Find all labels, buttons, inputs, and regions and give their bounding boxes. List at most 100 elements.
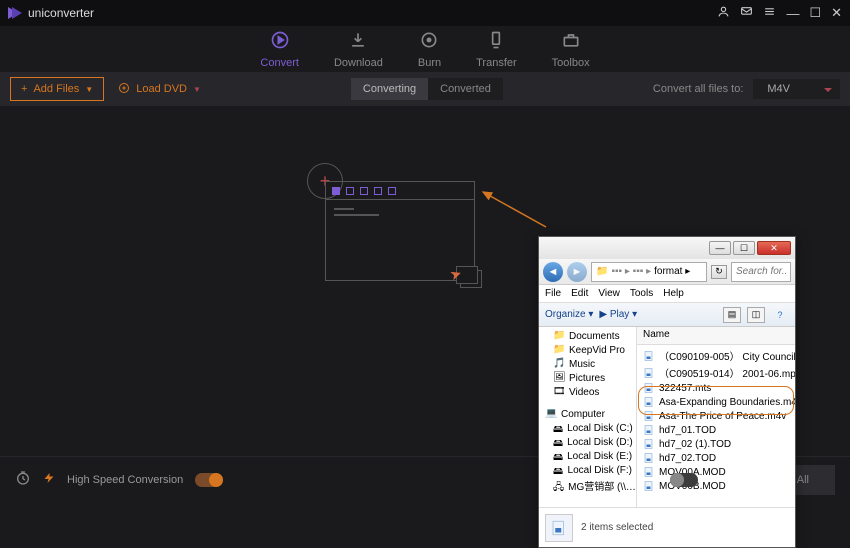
- app-logo: uniconverter: [8, 6, 94, 20]
- dialog-close-button[interactable]: ✕: [757, 241, 791, 255]
- file-name: hd7_02.TOD: [659, 453, 716, 464]
- dialog-maximize-button[interactable]: ☐: [733, 241, 755, 255]
- file-icon: [643, 452, 655, 464]
- nav-forward-button[interactable]: ►: [567, 262, 587, 282]
- tree-item[interactable]: 🖴Local Disk (F:): [539, 463, 636, 477]
- dialog-toolbar: Organize ▾ ▶ Play ▾ ▤ ◫ ?: [539, 303, 795, 327]
- preview-pane-button[interactable]: ◫: [747, 307, 765, 323]
- file-name: Asa-The Price of Peace.m4v: [659, 411, 786, 422]
- tree-item[interactable]: 🖴Local Disk (C:): [539, 421, 636, 435]
- menu-edit[interactable]: Edit: [571, 288, 588, 299]
- videos-icon: 🎞: [553, 386, 565, 398]
- disk-icon: 🖴: [553, 464, 564, 476]
- chevron-down-icon: ▼: [193, 85, 201, 94]
- load-dvd-button[interactable]: Load DVD ▼: [118, 82, 201, 97]
- status-segment: Converting Converted: [351, 78, 503, 100]
- tree-item[interactable]: 💻Computer: [539, 407, 636, 421]
- seg-converted[interactable]: Converted: [428, 78, 503, 100]
- music-icon: 🎵: [553, 358, 565, 370]
- tree-item[interactable]: 🖧 MG营销部 (\\…: [539, 477, 636, 494]
- dialog-minimize-button[interactable]: —: [709, 241, 731, 255]
- file-item[interactable]: Asa-The Price of Peace.m4v: [637, 409, 795, 423]
- user-icon[interactable]: [717, 5, 730, 21]
- nav-back-button[interactable]: ◄: [543, 262, 563, 282]
- tree-item[interactable]: 🖴Local Disk (E:): [539, 449, 636, 463]
- organize-button[interactable]: Organize ▾: [545, 309, 593, 320]
- close-button[interactable]: ✕: [831, 5, 842, 21]
- search-input[interactable]: [731, 262, 791, 282]
- tab-label: Download: [334, 57, 383, 69]
- file-item[interactable]: MOV00A.MOD: [637, 465, 795, 479]
- minimize-button[interactable]: —: [786, 6, 799, 21]
- menu-tools[interactable]: Tools: [630, 288, 653, 299]
- tree-item-label: MG营销部 (\\…: [568, 478, 636, 493]
- address-bar[interactable]: 📁 ▪▪▪ ▸ ▪▪▪ ▸ format ▸: [591, 262, 707, 282]
- tree-item-label: Documents: [569, 331, 620, 342]
- file-item[interactable]: 322457.mts: [637, 381, 795, 395]
- netdrive-icon: 🖧: [553, 480, 564, 492]
- menu-file[interactable]: File: [545, 288, 561, 299]
- tree-item[interactable]: 🖼Pictures: [539, 371, 636, 385]
- seg-converting[interactable]: Converting: [351, 78, 428, 100]
- dialog-body: 📁 Documents 📁 KeepVid Pro 🎵 Music🖼Pictures🎞 Vi…: [539, 327, 795, 507]
- tab-convert[interactable]: Convert: [260, 30, 299, 69]
- tree-item-label: Videos: [569, 387, 599, 398]
- add-files-button[interactable]: + Add Files ▼: [10, 77, 104, 101]
- tree-item[interactable]: 📁 KeepVid Pro: [539, 343, 636, 357]
- file-item[interactable]: hd7_02.TOD: [637, 451, 795, 465]
- main-tabs: Convert Download Burn Transfer Toolbox: [0, 26, 850, 72]
- play-button[interactable]: ▶ Play ▾: [599, 309, 637, 320]
- message-icon[interactable]: [740, 5, 753, 21]
- file-item[interactable]: Asa-Expanding Boundaries.m4v: [637, 395, 795, 409]
- file-item[interactable]: （C090519-014） 2001-06.mpg: [637, 364, 795, 381]
- menu-view[interactable]: View: [598, 288, 620, 299]
- tree-item[interactable]: 📁 Documents: [539, 329, 636, 343]
- folder-icon: 📁: [553, 330, 565, 342]
- menu-help[interactable]: Help: [663, 288, 684, 299]
- tab-toolbox[interactable]: Toolbox: [552, 30, 590, 69]
- tree-item[interactable]: 🎵 Music: [539, 357, 636, 371]
- load-dvd-label: Load DVD: [136, 83, 187, 95]
- hsc-label: High Speed Conversion: [67, 474, 183, 486]
- help-button[interactable]: ?: [771, 307, 789, 323]
- plus-icon: +: [21, 83, 27, 95]
- preview-thumbnail: [545, 514, 573, 542]
- tree-item[interactable]: 🎞 Videos: [539, 385, 636, 399]
- chevron-down-icon: ▼: [85, 85, 93, 94]
- file-icon: [643, 367, 655, 379]
- main-area: + ➤ — ☐ ✕ ◄ ► 📁 ▪▪▪ ▸ ▪▪▪ ▸ format ▸: [0, 106, 850, 456]
- timer-icon[interactable]: [15, 470, 31, 490]
- hsc-toggle[interactable]: [195, 473, 223, 487]
- tab-transfer[interactable]: Transfer: [476, 30, 517, 69]
- maximize-button[interactable]: ☐: [809, 5, 821, 21]
- output-format-select[interactable]: M4V: [753, 79, 840, 99]
- format-value: M4V: [767, 83, 790, 95]
- file-item[interactable]: （C090109-005） City Council 12: [637, 347, 795, 364]
- bolt-icon: [43, 471, 55, 488]
- tab-burn[interactable]: Burn: [418, 30, 441, 69]
- file-name: hd7_02 (1).TOD: [659, 439, 731, 450]
- column-header-name[interactable]: Name: [637, 327, 795, 345]
- folder-icon: 📁: [553, 344, 565, 356]
- merge-toggle[interactable]: [670, 473, 698, 487]
- file-list[interactable]: Name （C090109-005） City Council 12（C0905…: [637, 327, 795, 507]
- view-options-button[interactable]: ▤: [723, 307, 741, 323]
- file-item[interactable]: hd7_01.TOD: [637, 423, 795, 437]
- refresh-button[interactable]: ↻: [711, 265, 727, 279]
- tab-download[interactable]: Download: [334, 30, 383, 69]
- folder-tree[interactable]: 📁 Documents 📁 KeepVid Pro 🎵 Music🖼Pictures🎞 Vi…: [539, 327, 637, 507]
- file-item[interactable]: hd7_02 (1).TOD: [637, 437, 795, 451]
- file-item[interactable]: MOV00B.MOD: [637, 479, 795, 493]
- file-name: （C090519-014） 2001-06.mpg: [659, 365, 795, 380]
- file-name: 322457.mts: [659, 383, 711, 394]
- logo-icon: [8, 7, 22, 19]
- file-open-dialog: — ☐ ✕ ◄ ► 📁 ▪▪▪ ▸ ▪▪▪ ▸ format ▸ ↻ File …: [538, 236, 796, 548]
- tree-item[interactable]: 🖴Local Disk (D:): [539, 435, 636, 449]
- menu-icon[interactable]: [763, 5, 776, 21]
- file-icon: [643, 396, 655, 408]
- tree-item-label: Pictures: [569, 373, 605, 384]
- tree-item-label: Music: [569, 359, 595, 370]
- dialog-titlebar: — ☐ ✕: [539, 237, 795, 259]
- disk-icon: 🖴: [553, 436, 563, 448]
- tree-item-label: KeepVid Pro: [569, 345, 625, 356]
